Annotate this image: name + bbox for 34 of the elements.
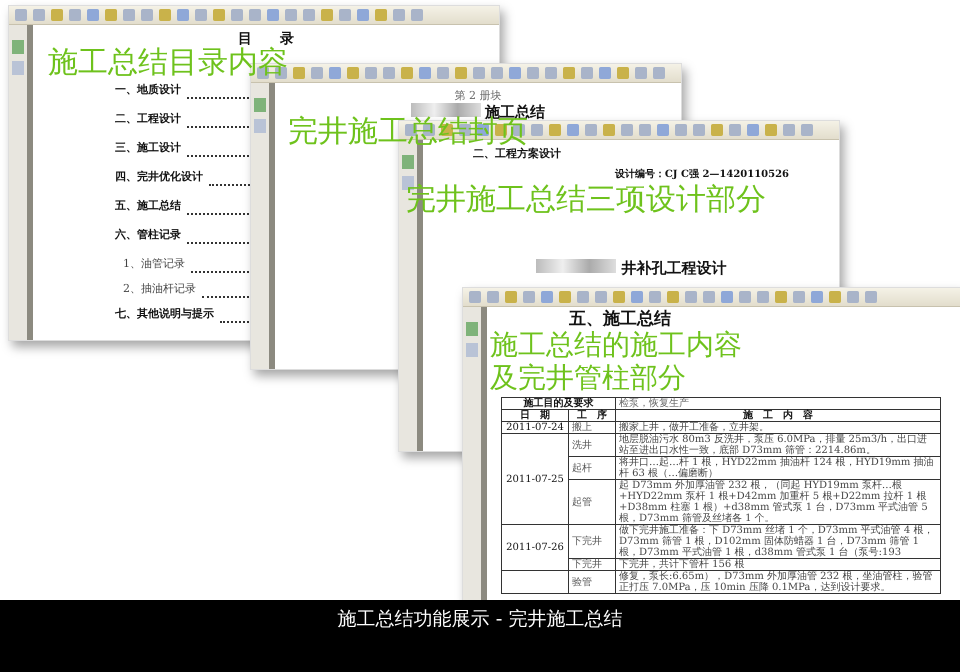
design-heading: 井补孔工程设计 [622,259,726,278]
table-cell: 起 D73mm 外加厚油管 232 根，（同起 HYD19mm 泵杆…根+HYD22mm 泵杆 1 根+D42mm 加重杆 5 根+D22mm 拉杆 1 根+D38mm 柱塞 1 根）+d38mm 管式泵 1 台，D73mm 平式油管 5 根，D73mm 筛管及丝堵各 1 个。 [616,480,940,524]
table-cell: 2011-07-25 [502,434,568,524]
table-header-cell: 施 工 内 容 [616,410,940,422]
empty-table-cell [502,570,568,594]
table-cell: 检泵，恢复生产 [616,398,940,410]
table-cell: 地层脱油污水 80m3 反洗井，泵压 6.0MPa，排量 25m3/h，出口进站至进出口水性一致，底部 D73mm 筛管：2214.86m。 [616,434,940,456]
table-cell: 将井口…起…杆 1 根，HYD22mm 抽油杆 124 根，HYD19mm 抽油杆 63 根（…偏磨断） [616,456,940,480]
blurred-text [411,103,481,117]
design-number: 设计编号：CJ C强 2—1420110526 [614,168,789,181]
section-heading: 五、施工总结 [569,309,672,329]
table-cell: 做下完井施工准备：下 D73mm 丝堵 1 个，D73mm 平式油管 4 根，D73mm 筛管 1 根，D102mm 固体防蜡器 1 台，D73mm 筛管 1 根，D73mm 平式油管 1 根，d38mm 管式泵 1 台（泵号:193 [616,524,940,558]
toc-title: 目 录 [237,31,295,47]
caption-text: 及完井管柱部分 [490,361,687,394]
table-cell: 修复，泵长:6.65m），D73mm 外加厚油管 232 根，坐油管柱，验管正打压 7.0MPa，压 10min 压降 0.1MPa，达到设计要求。 [616,570,940,594]
table-cell: 洗井 [568,434,616,456]
table-header-cell: 施工目的及要求 [502,398,616,410]
table-header-cell: 日 期 [502,410,568,422]
table-cell: 验管 [568,570,616,594]
table-cell: 起管 [568,480,616,524]
table-cell: 搬上 [568,422,616,434]
table-cell: 起杆 [568,456,616,480]
caption-text: 施工总结的施工内容 [490,328,742,361]
table-cell: 下完井，共计下管杆 156 根 [616,558,940,570]
table-cell: 2011-07-24 [502,422,568,434]
footer-title: 施工总结功能展示 - 完井施工总结 [338,607,622,630]
table-cell: 搬家上井，做开工准备，立井架。 [616,422,940,434]
table-cell: 2011-07-26 [502,524,568,570]
table-cell: 下完井 [568,558,616,570]
table-cell: 下完井 [568,524,616,558]
cover-subtitle: 第 2 册块 [454,89,502,102]
table-header-cell: 工 序 [568,410,616,422]
section-heading: 二、工程方案设计 [473,146,562,161]
caption-text: 施工总结目录内容 [48,47,288,79]
